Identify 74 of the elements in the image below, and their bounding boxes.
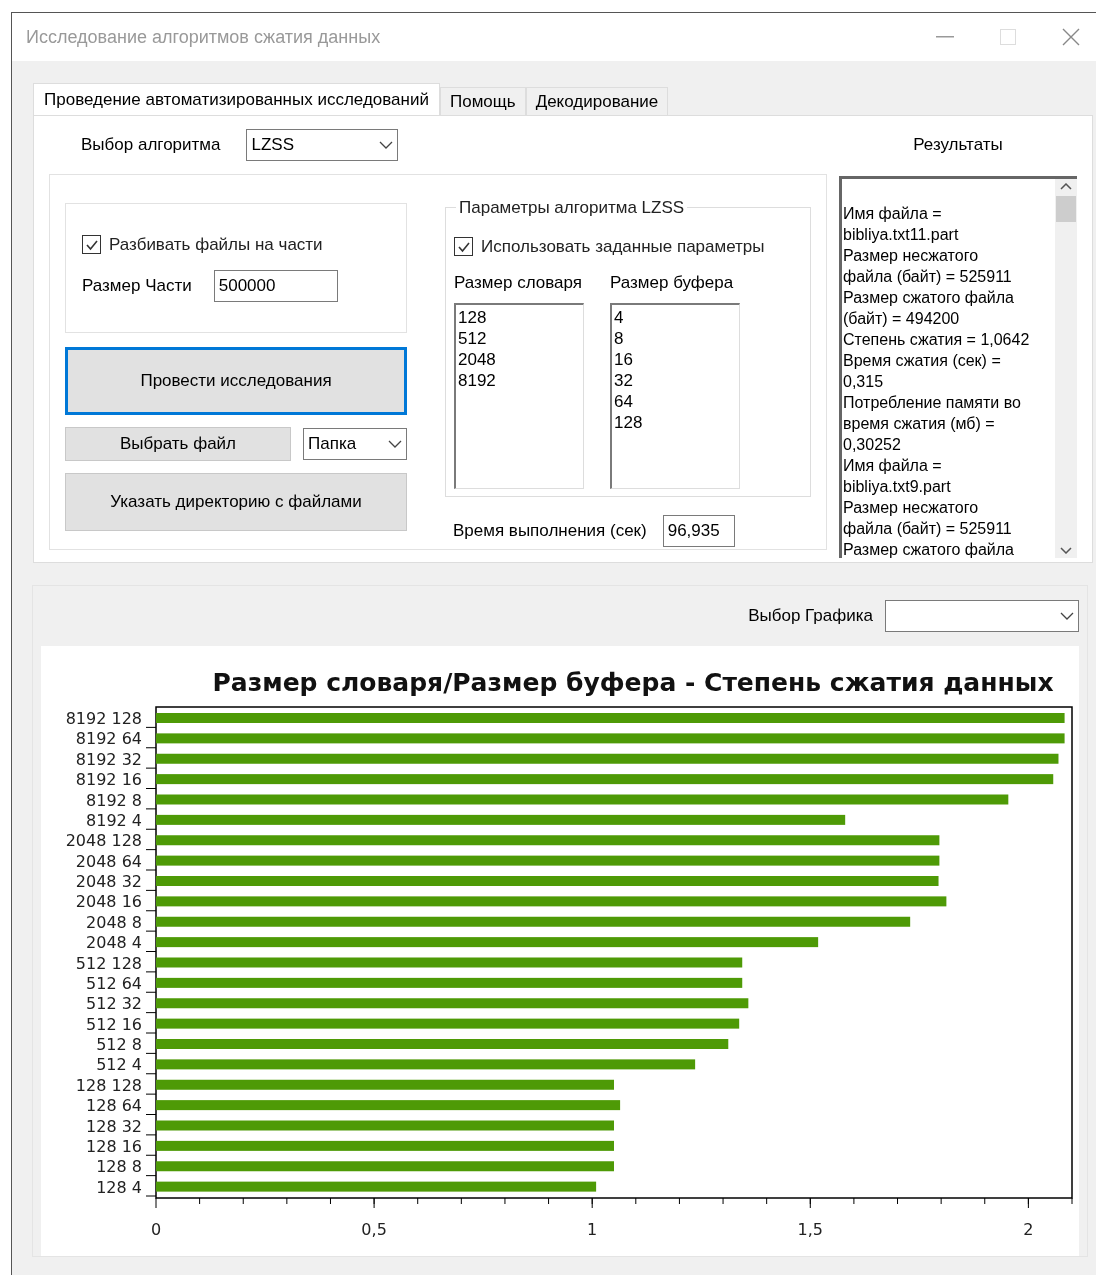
tab[interactable]: Декодирование [525, 87, 669, 115]
list-item[interactable]: 8 [614, 328, 737, 349]
tab[interactable]: Помощь [439, 87, 526, 115]
axis-label: 1 [587, 1220, 598, 1239]
axis-label: 512 8 [96, 1035, 142, 1054]
axis-label: 2 [1023, 1220, 1034, 1239]
results-title: Результаты [912, 134, 1004, 157]
list-item[interactable]: 64 [614, 391, 737, 412]
list-item[interactable]: 8192 [458, 370, 581, 391]
list-item[interactable]: 4 [614, 307, 737, 328]
axis-label: 0 [150, 1220, 162, 1239]
chart-select[interactable] [885, 600, 1079, 632]
field-label: Выбор алгоритма [81, 134, 221, 157]
axis-label: 8192 16 [75, 770, 142, 790]
list-item[interactable]: 128 [458, 307, 581, 328]
axis-label: 0,5 [361, 1220, 387, 1239]
axis-label: 2048 128 [65, 831, 142, 851]
axis-label: 2048 8 [86, 912, 142, 932]
axis-label: 2048 64 [75, 851, 142, 871]
chevron-down-icon[interactable] [1060, 547, 1072, 554]
window-title: Исследование алгоритмов сжатия данных [26, 25, 381, 49]
scroll-thumb[interactable] [1056, 196, 1076, 222]
list-box[interactable]: 128 512 2048 8192 [454, 303, 584, 489]
chevron-down-icon [1060, 612, 1074, 620]
axis-label: 128 64 [86, 1096, 142, 1116]
list-label: Размер словаря [454, 271, 583, 294]
results-text-box[interactable]: Имя файла = bibliya.txt11.part Размер несжатого файла (байт) = 525911 Размер сжатого файла (байт) = 494200 Степень сжатия = 1,0642 Время сжатия (сек) = 0,315 Потребление памяти во время сжатия (мб) = 0,30252 Имя файла = bibliya.txt9.part Размер несжатого файла (байт) = 525911 Размер сжатого файла [842, 179, 1055, 558]
scrollbar[interactable] [1055, 179, 1077, 558]
axis-label: 512 64 [86, 973, 142, 993]
list-item[interactable]: 32 [614, 370, 737, 391]
axis-label: 8192 4 [86, 810, 142, 830]
chart-select-label: Выбор Графика [748, 605, 873, 628]
axis-label: 128 8 [96, 1157, 142, 1177]
axis-label: 8192 64 [75, 729, 142, 749]
chevron-up-icon[interactable] [1060, 183, 1072, 190]
list-item[interactable]: 128 [614, 412, 737, 433]
axis-label: 512 32 [86, 994, 142, 1014]
source-select[interactable]: Папка [303, 428, 407, 460]
checkbox-label: Использовать заданные параметры [481, 236, 765, 258]
checkbox[interactable] [454, 237, 473, 257]
axis-label: 512 16 [86, 1014, 142, 1034]
chevron-down-icon [379, 141, 394, 149]
axis-label: 128 16 [86, 1136, 142, 1156]
field-label: Размер Части [82, 274, 192, 297]
chevron-down-icon [388, 440, 402, 448]
list-box[interactable]: 4 8 16 32 64 128 [610, 303, 740, 489]
chart-title: Размер словаря/Размер буфера - Степень сжатия данных [212, 668, 1054, 697]
axis-label: 512 128 [75, 953, 142, 973]
run-button[interactable]: Провести исследования [65, 347, 407, 415]
list-label: Размер буфера [610, 271, 735, 294]
axis-label: 128 128 [75, 1075, 142, 1095]
checkbox[interactable] [82, 235, 101, 255]
algorithm-select[interactable]: LZSS [246, 129, 399, 161]
axis-label: 1,5 [797, 1220, 823, 1239]
axis-label: 128 32 [86, 1116, 142, 1136]
close-icon[interactable] [1062, 28, 1080, 46]
tab[interactable]: Проведение автоматизированных исследований [33, 83, 440, 115]
checkbox-label: Разбивать файлы на части [109, 234, 323, 256]
axis-label: 8192 128 [65, 709, 142, 728]
part-size-field[interactable]: 500000 [213, 269, 338, 302]
axis-label: 2048 16 [75, 892, 142, 912]
list-item[interactable]: 2048 [458, 349, 581, 370]
axis-label: 8192 32 [75, 749, 142, 769]
axis-label: 512 4 [96, 1055, 142, 1075]
choose-file-button[interactable]: Выбрать файл [65, 427, 291, 461]
list-item[interactable]: 512 [458, 328, 581, 349]
field-label: Время выполнения (сек) [453, 520, 647, 543]
exec-time-field[interactable]: 96,935 [662, 515, 735, 547]
list-item[interactable]: 16 [614, 349, 737, 370]
axis-label: 2048 4 [86, 933, 142, 953]
directory-button[interactable]: Указать директорию с файлами [65, 473, 407, 531]
axis-label: 8192 8 [86, 790, 142, 810]
axis-label: 2048 32 [75, 872, 142, 891]
axis-label: 128 4 [96, 1177, 142, 1197]
